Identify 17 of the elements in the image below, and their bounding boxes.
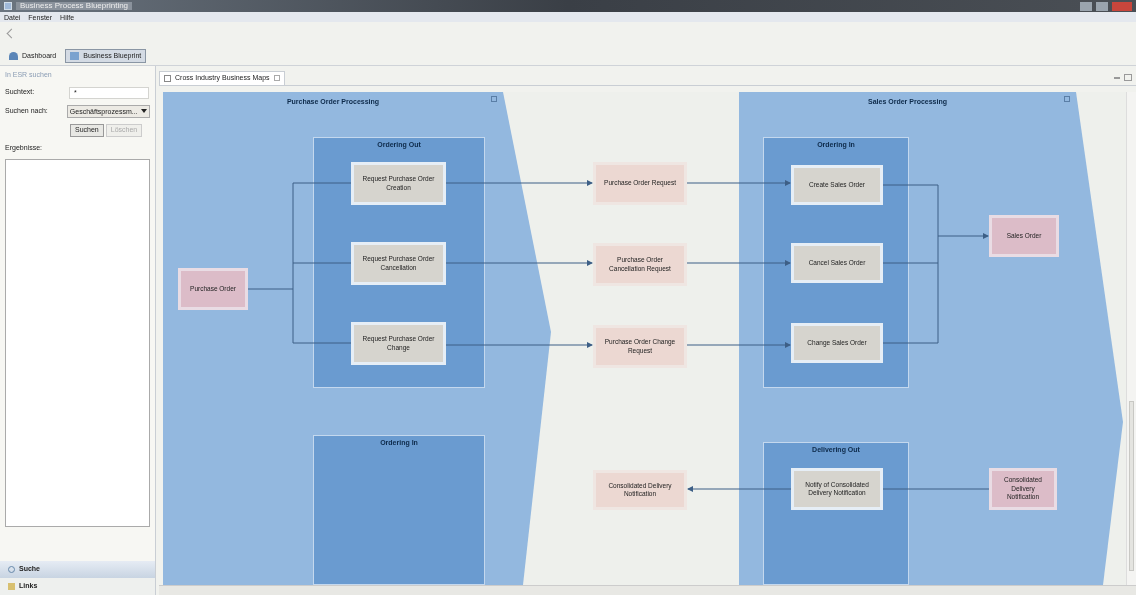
maximize-button[interactable]: [1096, 1, 1108, 11]
app-icon: [4, 2, 12, 10]
expand-icon[interactable]: [491, 96, 497, 102]
expand-icon[interactable]: [1064, 96, 1070, 102]
horizontal-scrollbar[interactable]: [159, 585, 1136, 595]
close-tab-icon[interactable]: [273, 75, 280, 81]
vertical-scrollbar[interactable]: [1126, 92, 1136, 585]
window-title: Business Process Blueprinting: [16, 2, 133, 10]
folder-icon: [8, 583, 15, 590]
minimize-view-icon[interactable]: [1114, 76, 1120, 79]
connector-arrow: [937, 233, 989, 239]
minimize-button[interactable]: [1080, 1, 1092, 11]
blueprint-icon: [70, 51, 80, 60]
close-button[interactable]: [1112, 1, 1132, 11]
maximize-view-icon[interactable]: [1124, 74, 1132, 81]
dropdown-arrow-icon: [141, 109, 147, 113]
home-icon: [9, 51, 18, 60]
